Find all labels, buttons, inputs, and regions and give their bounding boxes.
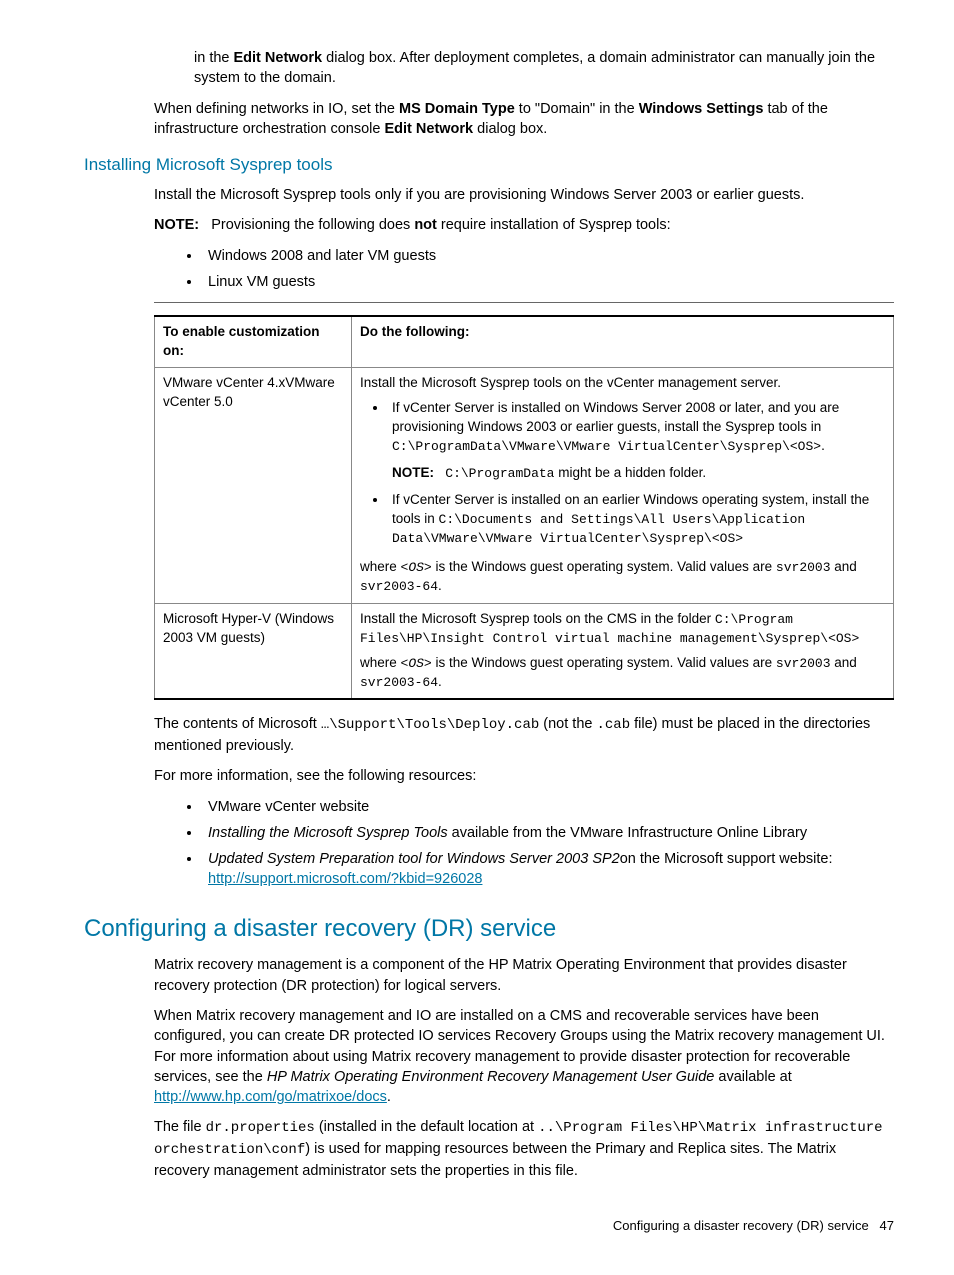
code: svr2003 [776, 560, 831, 575]
t: Provisioning the following does [211, 217, 414, 233]
t: . [438, 578, 442, 593]
sysprep-table-wrap: To enable customization on: Do the follo… [154, 302, 894, 700]
dr-p3: The file dr.properties (installed in the… [154, 1117, 894, 1180]
t: . [821, 438, 825, 453]
t: available at [714, 1069, 791, 1085]
code: C:\ProgramData\VMware\VMware VirtualCent… [392, 439, 821, 454]
page-number: 47 [880, 1218, 894, 1233]
code: .cab [597, 717, 631, 733]
code: svr2003-64 [360, 579, 438, 594]
page-footer: Configuring a disaster recovery (DR) ser… [84, 1217, 894, 1235]
code: <OS> [401, 560, 432, 575]
after-table-p2: For more information, see the following … [154, 766, 894, 786]
code: …\Support\Tools\Deploy.cab [321, 717, 539, 733]
table-row: VMware vCenter 4.xVMware vCenter 5.0 Ins… [155, 367, 894, 603]
sysprep-table: To enable customization on: Do the follo… [154, 315, 894, 700]
td: Microsoft Hyper-V (Windows 2003 VM guest… [155, 603, 352, 699]
t: HP Matrix Operating Environment Recovery… [267, 1069, 715, 1085]
t: Updated System Preparation tool for Wind… [208, 851, 620, 867]
table-row: Microsoft Hyper-V (Windows 2003 VM guest… [155, 603, 894, 699]
inline-note: NOTE: C:\ProgramData might be a hidden f… [392, 464, 885, 483]
code: C:\Documents and Settings\All Users\Appl… [392, 512, 805, 546]
t: The contents of Microsoft [154, 716, 321, 732]
t: and [831, 655, 857, 670]
t: on the Microsoft support website: [620, 851, 833, 867]
sysprep-p1: Install the Microsoft Sysprep tools only… [154, 185, 894, 205]
note-label: NOTE: [154, 217, 199, 233]
t: in the [194, 50, 234, 66]
heading-sysprep: Installing Microsoft Sysprep tools [84, 153, 894, 177]
t: (not the [539, 716, 596, 732]
heading-dr: Configuring a disaster recovery (DR) ser… [84, 912, 894, 946]
t: Windows Settings [639, 101, 764, 117]
t: might be a hidden folder. [554, 465, 706, 480]
t: Edit Network [385, 121, 474, 137]
code: C:\ProgramData [445, 466, 554, 481]
td: VMware vCenter 4.xVMware vCenter 5.0 [155, 367, 352, 603]
t: When defining networks in IO, set the [154, 101, 399, 117]
where-line: where <OS> is the Windows guest operatin… [360, 654, 885, 692]
td: Install the Microsoft Sysprep tools on t… [352, 603, 894, 699]
code: dr.properties [206, 1120, 315, 1136]
note-label: NOTE: [392, 465, 434, 480]
where-line: where <OS> is the Windows guest operatin… [360, 558, 885, 596]
dr-p2: When Matrix recovery management and IO a… [154, 1006, 894, 1107]
ms-support-link[interactable]: http://support.microsoft.com/?kbid=92602… [208, 871, 482, 887]
sysprep-bullets: Windows 2008 and later VM guests Linux V… [84, 246, 894, 293]
t: The file [154, 1119, 206, 1135]
code: <OS> [401, 656, 432, 671]
resource-list: VMware vCenter website Installing the Mi… [84, 797, 894, 890]
t: Install the Microsoft Sysprep tools on t… [360, 374, 885, 393]
th: To enable customization on: [155, 316, 352, 367]
th: Do the following: [352, 316, 894, 367]
t: Install the Microsoft Sysprep tools on t… [360, 611, 715, 626]
t: (installed in the default location at [315, 1119, 538, 1135]
t: Installing the Microsoft Sysprep Tools [208, 825, 448, 841]
list-item: Updated System Preparation tool for Wind… [202, 849, 894, 890]
code: svr2003-64 [360, 675, 438, 690]
t: not [414, 217, 437, 233]
intro-p1: in the Edit Network dialog box. After de… [194, 48, 894, 89]
inner-list: If vCenter Server is installed on Window… [360, 399, 885, 548]
list-item: Linux VM guests [202, 272, 894, 292]
hp-docs-link[interactable]: http://www.hp.com/go/matrixoe/docs [154, 1089, 387, 1105]
t: Install the Microsoft Sysprep tools on t… [360, 610, 885, 648]
t: is the Windows guest operating system. V… [432, 559, 776, 574]
t: . [438, 674, 442, 689]
list-item: If vCenter Server is installed on an ear… [388, 491, 885, 548]
list-item: Windows 2008 and later VM guests [202, 246, 894, 266]
intro-p2: When defining networks in IO, set the MS… [154, 99, 894, 140]
dr-p1: Matrix recovery management is a componen… [154, 955, 894, 996]
t: If vCenter Server is installed on Window… [392, 400, 839, 434]
t: is the Windows guest operating system. V… [432, 655, 776, 670]
list-item: VMware vCenter website [202, 797, 894, 817]
list-item: If vCenter Server is installed on Window… [388, 399, 885, 483]
t: to "Domain" in the [515, 101, 639, 117]
t: MS Domain Type [399, 101, 515, 117]
td: Install the Microsoft Sysprep tools on t… [352, 367, 894, 603]
t: where [360, 559, 401, 574]
sysprep-note: NOTE: Provisioning the following does no… [154, 215, 894, 235]
t: available from the VMware Infrastructure… [448, 825, 807, 841]
t: require installation of Sysprep tools: [437, 217, 671, 233]
t: Edit Network [234, 50, 323, 66]
t: . [387, 1089, 391, 1105]
t: and [831, 559, 857, 574]
after-table-p1: The contents of Microsoft …\Support\Tool… [154, 714, 894, 756]
t: where [360, 655, 401, 670]
table-header-row: To enable customization on: Do the follo… [155, 316, 894, 367]
footer-text: Configuring a disaster recovery (DR) ser… [613, 1218, 869, 1233]
t: dialog box. [473, 121, 547, 137]
code: svr2003 [776, 656, 831, 671]
list-item: Installing the Microsoft Sysprep Tools a… [202, 823, 894, 843]
